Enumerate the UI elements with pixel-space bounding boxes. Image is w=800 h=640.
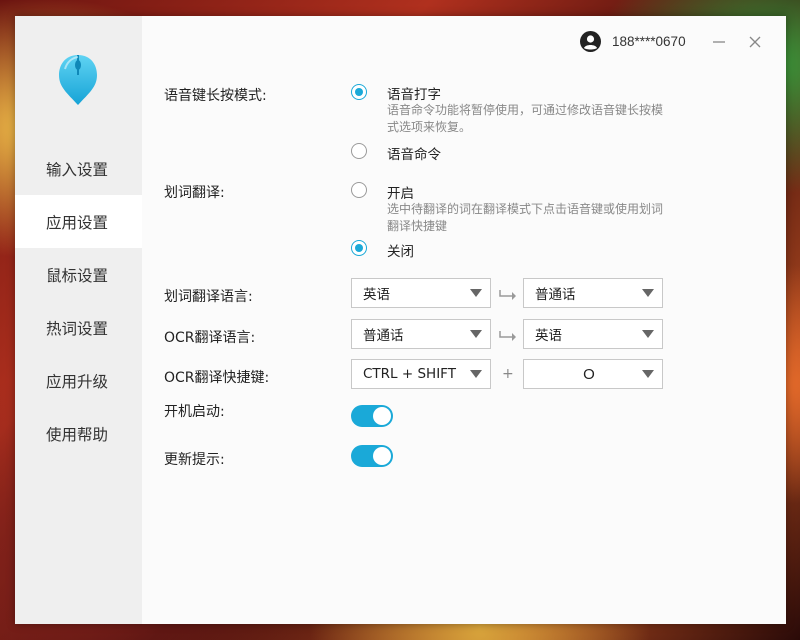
plus-sign: + [502, 366, 514, 382]
dropdown-arrow-icon [470, 330, 482, 338]
dropdown-arrow-icon [642, 289, 654, 297]
sidebar-item-app-settings[interactable]: 应用设置 [15, 195, 142, 248]
select-value: CTRL + SHIFT [363, 366, 456, 382]
ocr-translate-to-select[interactable]: 英语 [523, 319, 663, 349]
sidebar: 输入设置 应用设置 鼠标设置 热词设置 应用升级 使用帮助 [15, 16, 142, 624]
select-value: O [583, 365, 595, 383]
ocr-shortcut-key-select[interactable]: O [523, 359, 663, 389]
minimize-icon[interactable] [711, 34, 727, 50]
sidebar-item-help[interactable]: 使用帮助 [15, 407, 142, 460]
sidebar-item-label: 热词设置 [46, 319, 109, 338]
voice-typing-desc: 语音命令功能将暂停使用，可通过修改语音键长按模式选项来恢复。 [387, 103, 664, 134]
dropdown-arrow-icon [470, 289, 482, 297]
word-translate-on-radio[interactable] [351, 182, 367, 198]
word-translate-off-label: 关闭 [387, 244, 414, 260]
sidebar-item-input-settings[interactable]: 输入设置 [15, 142, 142, 195]
user-account-text: 188****0670 [612, 34, 686, 49]
dropdown-arrow-icon [642, 370, 654, 378]
autostart-label: 开机启动: [164, 404, 225, 420]
sidebar-item-label: 鼠标设置 [46, 266, 109, 285]
arrow-right-icon [499, 331, 516, 341]
close-icon[interactable] [747, 34, 763, 50]
word-translate-lang-label: 划词翻译语言: [164, 289, 253, 305]
autostart-toggle[interactable] [351, 405, 393, 427]
update-tip-toggle[interactable] [351, 445, 393, 467]
word-translate-from-select[interactable]: 英语 [351, 278, 491, 308]
dropdown-arrow-icon [470, 370, 482, 378]
mouse-logo-icon [59, 55, 97, 105]
word-translate-label: 划词翻译: [164, 185, 225, 201]
select-value: 普通话 [363, 328, 404, 344]
voice-typing-label: 语音打字 [387, 87, 441, 103]
user-avatar-icon [580, 31, 601, 52]
ocr-shortcut-label: OCR翻译快捷键: [164, 370, 270, 386]
sidebar-item-label: 使用帮助 [46, 425, 109, 444]
sidebar-item-app-upgrade[interactable]: 应用升级 [15, 354, 142, 407]
ocr-shortcut-modifier-select[interactable]: CTRL + SHIFT [351, 359, 491, 389]
select-value: 英语 [363, 287, 390, 303]
arrow-right-icon [499, 290, 516, 300]
sidebar-item-label: 应用升级 [46, 372, 109, 391]
ocr-translate-from-select[interactable]: 普通话 [351, 319, 491, 349]
user-account[interactable]: 188****0670 [580, 31, 686, 52]
voice-key-mode-label: 语音键长按模式: [164, 88, 267, 104]
voice-command-radio[interactable] [351, 143, 367, 159]
update-tip-label: 更新提示: [164, 452, 225, 468]
toggle-knob [373, 407, 391, 425]
word-translate-on-label: 开启 [387, 186, 414, 202]
sidebar-item-label: 应用设置 [46, 213, 109, 232]
toggle-knob [373, 447, 391, 465]
word-translate-off-radio[interactable] [351, 240, 367, 256]
sidebar-item-hotword-settings[interactable]: 热词设置 [15, 301, 142, 354]
word-translate-on-desc: 选中待翻译的词在翻译模式下点击语音键或使用划词翻译快捷键 [387, 202, 664, 233]
settings-window: 输入设置 应用设置 鼠标设置 热词设置 应用升级 使用帮助 188****067… [15, 16, 786, 624]
dropdown-arrow-icon [642, 330, 654, 338]
select-value: 普通话 [535, 287, 576, 303]
word-translate-to-select[interactable]: 普通话 [523, 278, 663, 308]
ocr-translate-lang-label: OCR翻译语言: [164, 330, 256, 346]
select-value: 英语 [535, 328, 562, 344]
sidebar-item-mouse-settings[interactable]: 鼠标设置 [15, 248, 142, 301]
voice-typing-radio[interactable] [351, 84, 367, 100]
voice-command-label: 语音命令 [387, 147, 441, 163]
sidebar-item-label: 输入设置 [46, 160, 109, 179]
